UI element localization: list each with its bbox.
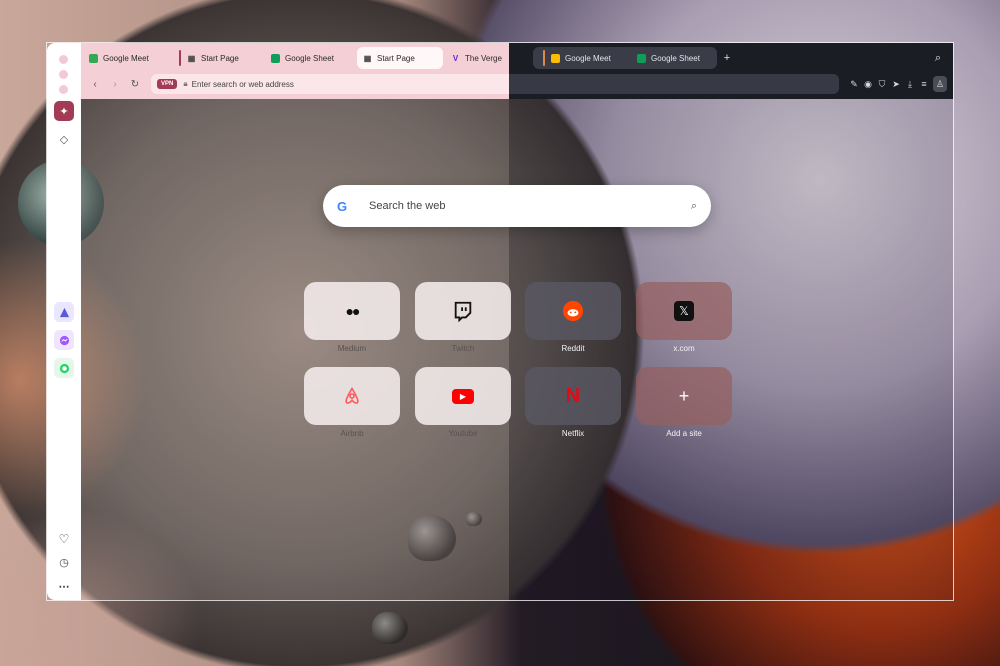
search-bar[interactable]: G ⌕	[323, 185, 711, 227]
back-arrow-icon[interactable]: ‹	[87, 74, 103, 94]
lock-icon: 🔒︎	[183, 79, 188, 88]
diamond-icon[interactable]: ◇	[54, 129, 74, 149]
speed-dial-medium[interactable]: ●●	[304, 282, 400, 340]
clock-icon[interactable]: ◷	[54, 552, 74, 572]
speed-dial-youtube[interactable]: ▶	[415, 367, 511, 425]
edit-icon[interactable]: ✎	[847, 76, 861, 92]
address-placeholder[interactable]: Enter search or web address	[192, 80, 294, 89]
tab-google-sheet-dark[interactable]: Google Sheet	[631, 47, 717, 69]
heart-icon[interactable]: ♡	[54, 529, 74, 549]
twitch-icon	[454, 301, 472, 322]
speed-dial-twitch[interactable]	[415, 282, 511, 340]
plus-icon: +	[678, 385, 690, 406]
download-icon[interactable]: ⤓	[903, 76, 917, 92]
tab-search-icon[interactable]: ⌕	[929, 47, 947, 69]
speed-dial-label: Airbnb	[340, 429, 364, 438]
vpn-badge[interactable]: VPN	[157, 79, 178, 89]
forward-arrow-icon[interactable]: ›	[107, 74, 123, 94]
camera-icon[interactable]: ◉	[861, 76, 875, 92]
menu-icon[interactable]: ≡	[917, 76, 931, 92]
speed-dial-label: Twitch	[451, 344, 475, 353]
app-launcher-icon[interactable]	[54, 302, 74, 322]
shield-icon[interactable]: ⛉	[875, 76, 889, 92]
reddit-icon	[562, 300, 584, 322]
x-logo-icon: 𝕏	[674, 301, 694, 321]
background-asteroid	[372, 612, 408, 644]
speed-dial-x[interactable]: 𝕏	[636, 282, 732, 340]
youtube-icon: ▶	[452, 388, 474, 404]
tab-the-verge[interactable]: V The Verge	[445, 47, 509, 69]
speed-dial-label: Add a site	[666, 429, 702, 438]
tab-google-sheet[interactable]: Google Sheet	[265, 47, 353, 69]
google-meet-icon	[89, 53, 98, 63]
new-tab-plus-icon[interactable]: +	[720, 47, 734, 69]
tab-google-meet[interactable]: Google Meet	[83, 47, 169, 69]
tab-group-marker	[543, 50, 545, 66]
google-sheets-icon	[637, 53, 646, 63]
window-control-minimize[interactable]	[59, 70, 68, 79]
search-input[interactable]	[367, 199, 691, 213]
speed-dial-airbnb[interactable]	[304, 367, 400, 425]
window-control-maximize[interactable]	[59, 85, 68, 94]
verge-icon: V	[452, 53, 459, 63]
tab-google-meet-dark[interactable]: Google Meet	[537, 47, 625, 69]
google-sheets-icon	[271, 53, 280, 63]
tab-label: The Verge	[465, 53, 502, 63]
medium-icon: ●●	[345, 303, 361, 319]
speed-dial-label: Medium	[337, 344, 367, 353]
send-icon[interactable]: ➤	[889, 76, 903, 92]
speed-dial-label: Netflix	[561, 429, 585, 438]
profile-icon[interactable]: ♙	[933, 76, 947, 92]
messenger-icon[interactable]	[54, 330, 74, 350]
window-control-close[interactable]	[59, 55, 68, 64]
tab-label: Google Sheet	[285, 53, 334, 63]
sidebar: ✦ ◇ ♡ ◷ ⋯	[47, 43, 81, 600]
airbnb-icon	[345, 386, 359, 404]
tab-group-marker	[179, 50, 181, 66]
ai-sparkle-icon[interactable]: ✦	[54, 101, 74, 121]
speed-dial-reddit[interactable]	[525, 282, 621, 340]
speed-dial-add-site[interactable]: +	[636, 367, 732, 425]
google-logo-icon: G	[337, 198, 348, 214]
grid-icon: ▦	[187, 53, 196, 63]
speed-dial-netflix[interactable]: N	[525, 367, 621, 425]
more-icon[interactable]: ⋯	[54, 576, 74, 596]
search-icon[interactable]: ⌕	[691, 200, 697, 213]
address-bar-dark-half[interactable]	[509, 74, 839, 94]
tab-start-page[interactable]: ▦ Start Page	[173, 47, 261, 69]
tab-label: Google Meet	[103, 53, 149, 63]
netflix-icon: N	[565, 384, 581, 407]
tab-label: Start Page	[377, 53, 415, 63]
reload-icon[interactable]: ↻	[127, 74, 143, 94]
tab-label: Google Meet	[565, 53, 611, 63]
tab-label: Google Sheet	[651, 53, 700, 63]
grid-icon: ▦	[363, 53, 372, 63]
speed-dial-label: Reddit	[561, 344, 585, 353]
tab-start-page-active[interactable]: ▦ Start Page	[357, 47, 443, 69]
whatsapp-icon[interactable]	[54, 358, 74, 378]
speed-dial-label: Youtube	[448, 429, 478, 438]
speed-dial-label: x.com	[673, 344, 695, 353]
tab-label: Start Page	[201, 53, 239, 63]
address-bar[interactable]: VPN 🔒︎ Enter search or web address	[151, 74, 509, 94]
google-meet-icon	[551, 53, 560, 63]
